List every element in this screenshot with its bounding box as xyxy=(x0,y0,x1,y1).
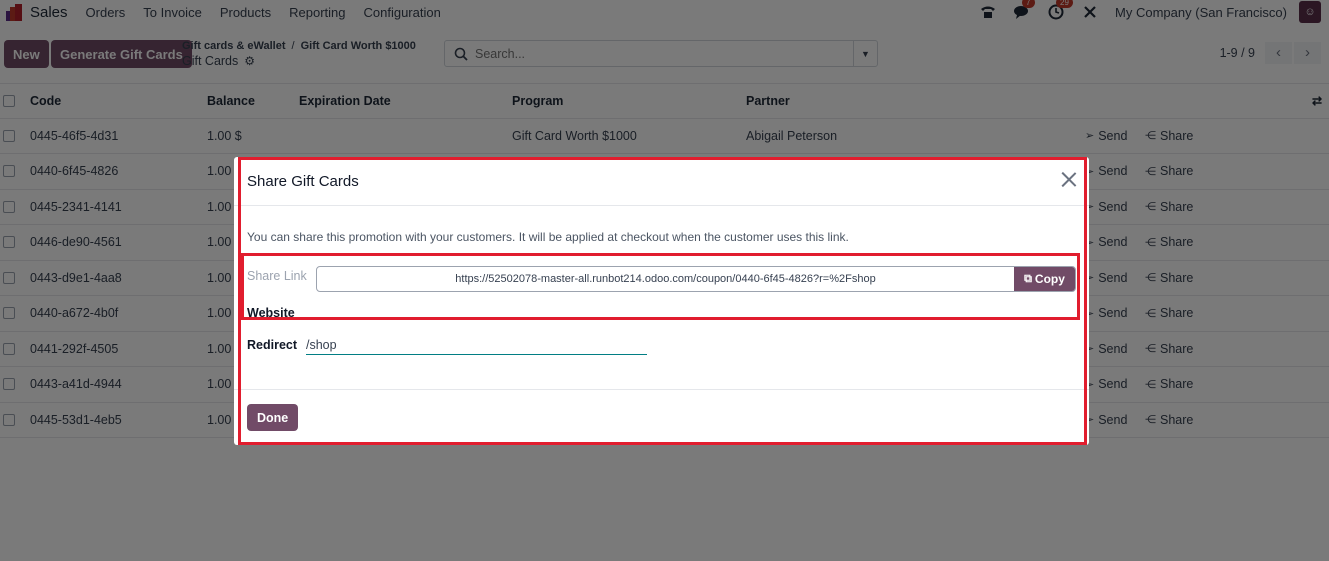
share-link-field: https://52502078-master-all.runbot214.od… xyxy=(316,266,1076,292)
share-link-url[interactable]: https://52502078-master-all.runbot214.od… xyxy=(317,267,1014,291)
website-label: Website xyxy=(247,306,295,320)
dialog-description: You can share this promotion with your c… xyxy=(247,230,849,244)
close-icon[interactable] xyxy=(1061,171,1077,187)
share-gift-cards-dialog: Share Gift Cards You can share this prom… xyxy=(234,157,1089,445)
done-button[interactable]: Done xyxy=(247,404,299,431)
dialog-title: Share Gift Cards xyxy=(247,172,359,190)
dialog-header: Share Gift Cards xyxy=(234,157,1089,206)
copy-label: Copy xyxy=(1034,272,1065,286)
share-link-label: Share Link xyxy=(247,269,307,283)
redirect-input[interactable] xyxy=(306,335,647,355)
copy-button[interactable]: ⧉ Copy xyxy=(1014,267,1075,291)
copy-icon: ⧉ xyxy=(1024,272,1032,285)
redirect-label: Redirect xyxy=(247,338,298,352)
dialog-footer: Done xyxy=(234,389,1089,445)
